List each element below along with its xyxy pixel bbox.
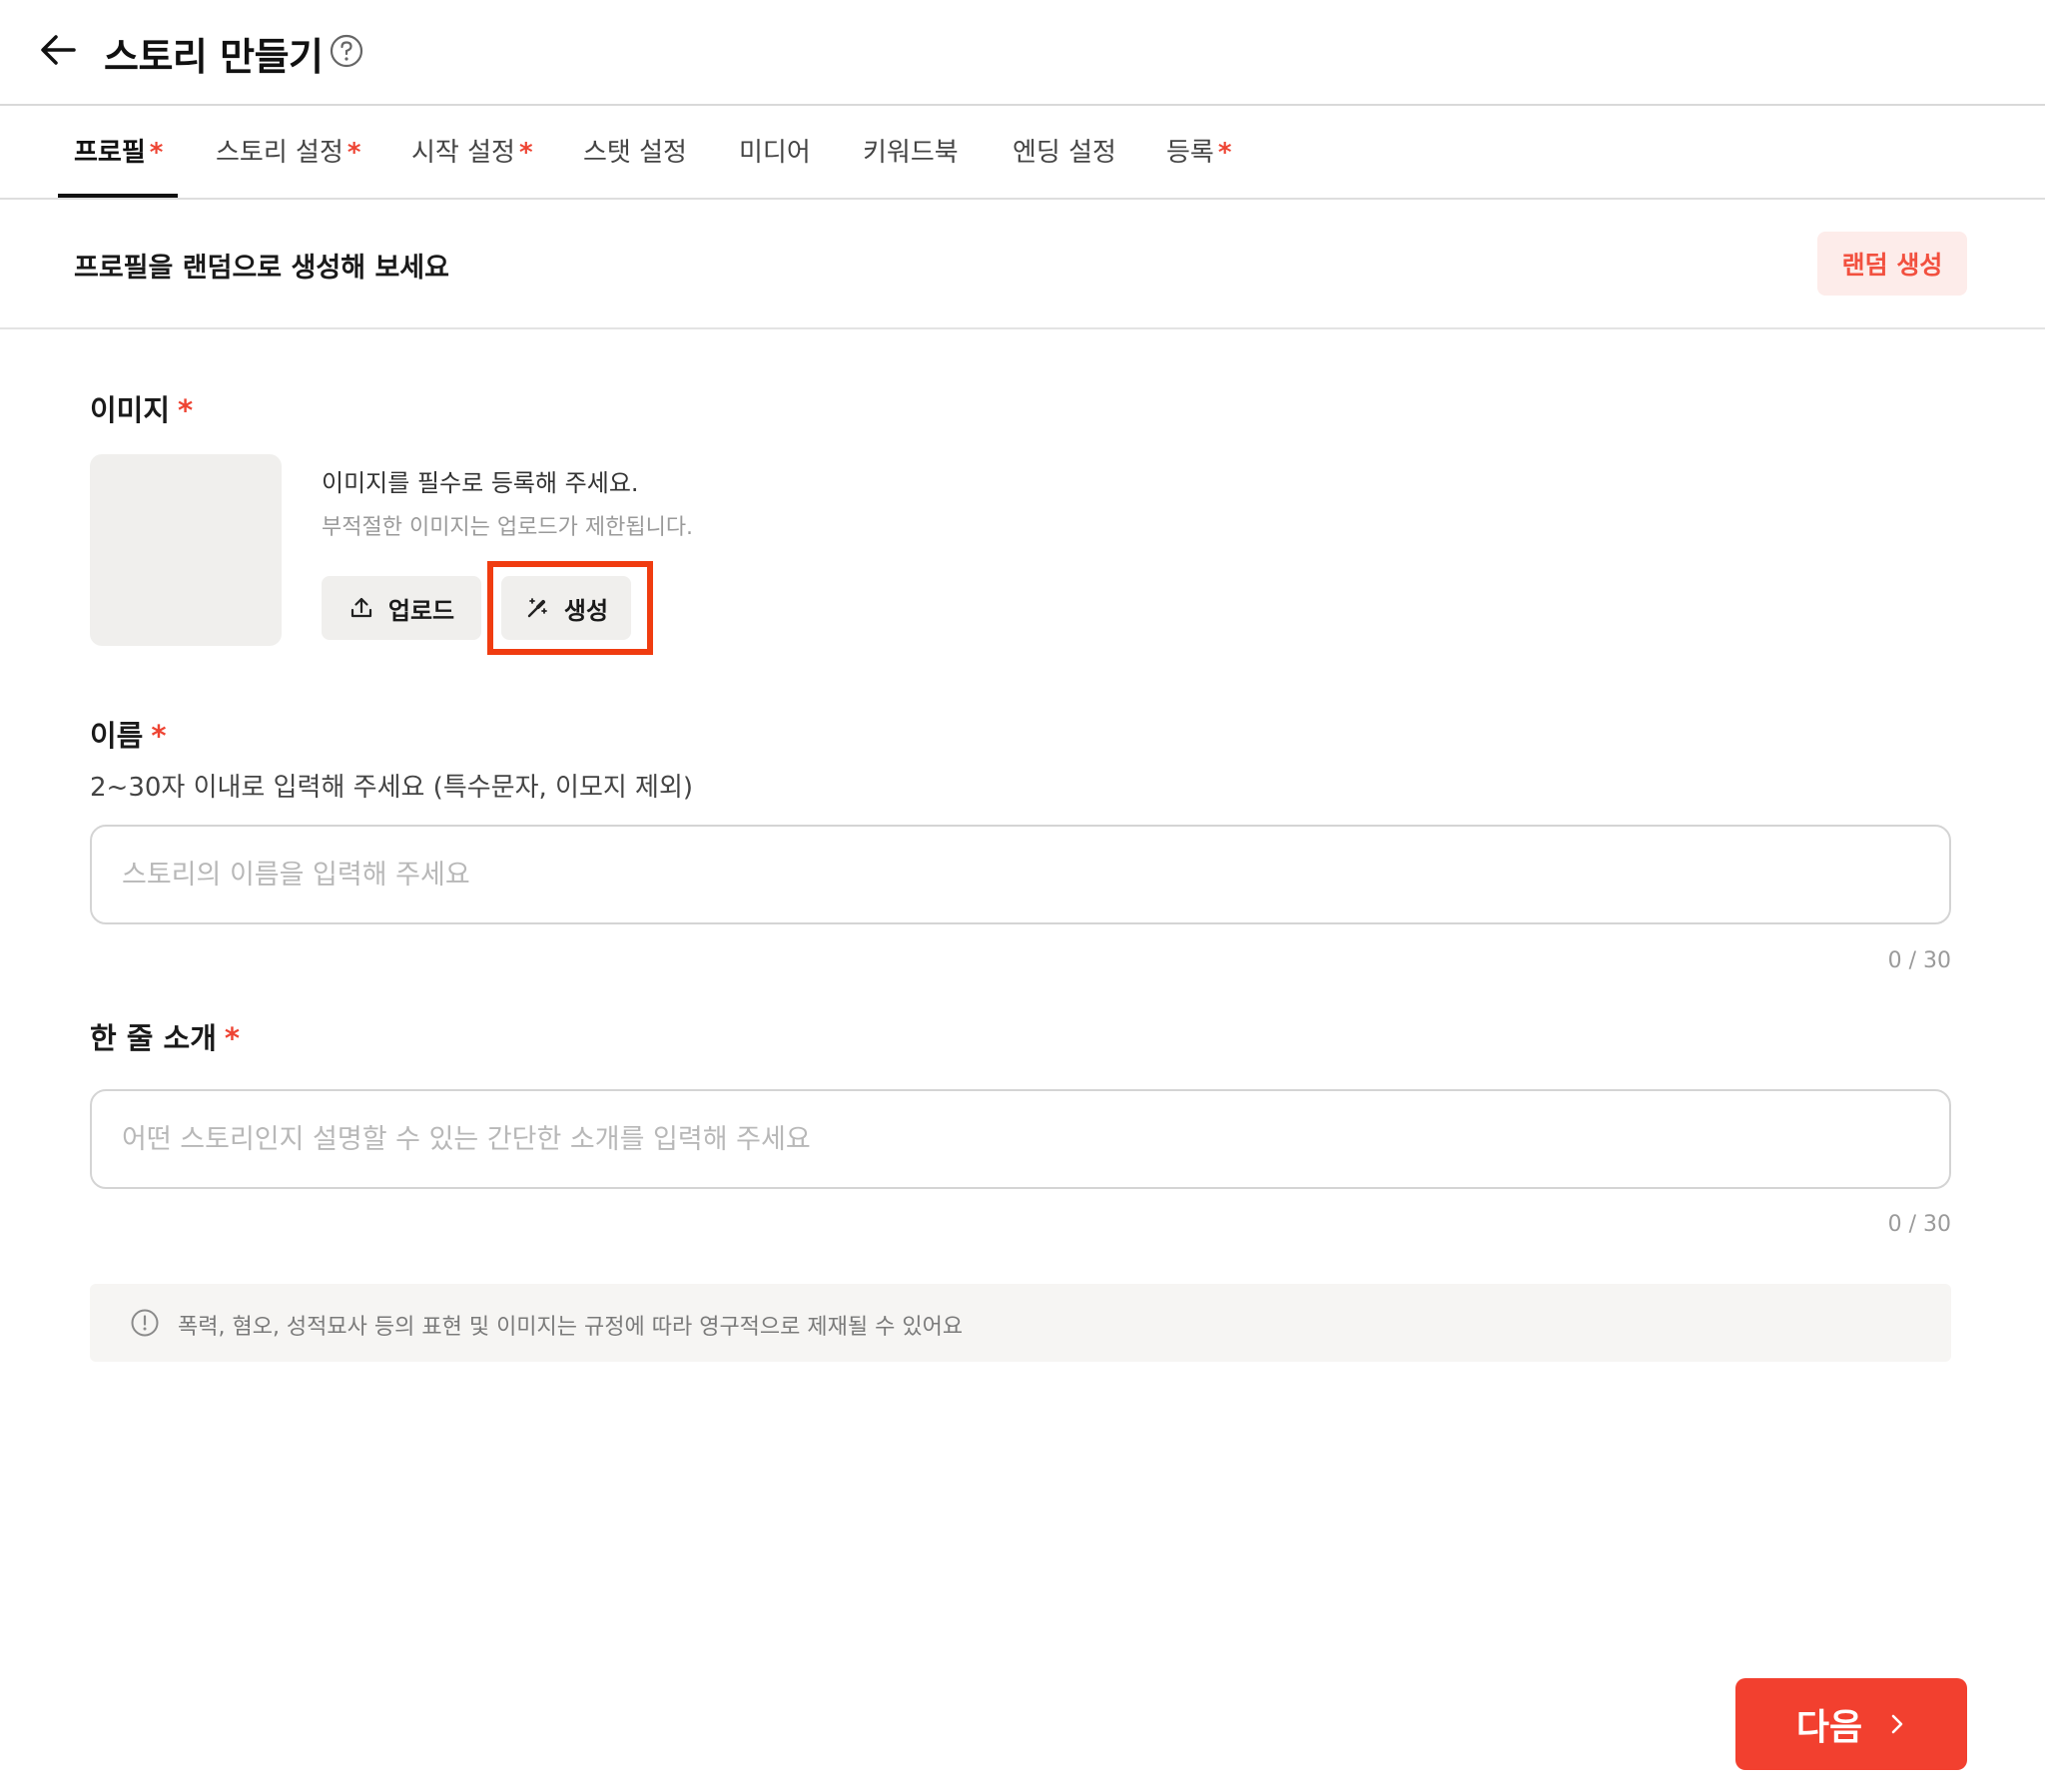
upload-button[interactable]: 업로드 [322,576,481,640]
name-label-text: 이름 [90,719,144,753]
page-header: 스토리 만들기 [0,0,2045,106]
tab-stat-settings[interactable]: 스탯 설정 [583,132,687,169]
required-mark: * [518,138,533,168]
tab-label: 엔딩 설정 [1013,138,1116,168]
required-mark: * [178,393,194,427]
back-arrow-icon[interactable] [36,28,80,72]
active-tab-indicator [58,194,178,198]
intro-input[interactable] [90,1089,1951,1189]
required-mark: * [151,719,167,753]
image-placeholder[interactable] [90,454,282,646]
tab-label: 스토리 설정 [216,138,343,168]
chevron-right-icon [1891,1714,1903,1734]
required-mark: * [1217,138,1232,168]
magic-wand-icon [527,598,547,618]
next-label: 다음 [1795,1707,1863,1748]
random-generate-row: 프로필을 랜덤으로 생성해 보세요 랜덤 생성 [0,200,2045,329]
required-mark: * [224,1021,241,1055]
tab-start-settings[interactable]: 시작 설정 * [411,132,533,169]
tab-label: 시작 설정 [411,138,515,168]
help-icon[interactable] [330,34,363,68]
name-label: 이름 * [90,713,167,755]
intro-label: 한 줄 소개 * [90,1015,240,1057]
image-label: 이미지 * [90,387,193,429]
image-label-text: 이미지 [90,393,171,427]
tab-profile[interactable]: 프로필 * [74,132,163,169]
next-button[interactable]: 다음 [1735,1678,1967,1770]
upload-icon [350,597,371,618]
tab-label: 키워드북 [863,138,959,168]
tab-story-settings[interactable]: 스토리 설정 * [216,132,360,169]
name-description: 2~30자 이내로 입력해 주세요 (특수문자, 이모지 제외) [90,773,694,803]
tab-keyword-book[interactable]: 키워드북 [863,132,959,169]
generate-label: 생성 [563,596,609,625]
image-help-primary: 이미지를 필수로 등록해 주세요. [322,469,639,497]
required-mark: * [149,138,164,168]
tab-ending-settings[interactable]: 엔딩 설정 [1013,132,1116,169]
random-generate-button[interactable]: 랜덤 생성 [1817,232,1967,296]
image-help-secondary: 부적절한 이미지는 업로드가 제한됩니다. [322,515,694,540]
random-prompt-text: 프로필을 랜덤으로 생성해 보세요 [74,253,449,284]
policy-notice: 폭력, 혐오, 성적묘사 등의 표현 및 이미지는 규정에 따라 영구적으로 제… [90,1284,1951,1362]
tab-label: 등록 [1166,138,1214,168]
name-char-counter: 0 / 30 [1887,948,1951,973]
upload-label: 업로드 [387,596,455,625]
generate-image-button[interactable]: 생성 [501,576,631,640]
tab-media[interactable]: 미디어 [739,132,811,169]
tab-label: 미디어 [739,138,811,168]
info-icon [131,1309,159,1337]
required-mark: * [346,138,361,168]
tab-register[interactable]: 등록 * [1166,132,1231,169]
tab-label: 스탯 설정 [583,138,687,168]
intro-char-counter: 0 / 30 [1887,1212,1951,1237]
page-title: 스토리 만들기 [104,35,324,79]
tab-bar: 프로필 * 스토리 설정 * 시작 설정 * 스탯 설정 미디어 키워드북 엔딩 설정… [0,106,2045,200]
name-input[interactable] [90,825,1951,924]
intro-label-text: 한 줄 소개 [90,1021,217,1055]
notice-text: 폭력, 혐오, 성적묘사 등의 표현 및 이미지는 규정에 따라 영구적으로 제… [178,1315,964,1340]
tab-label: 프로필 [74,138,146,168]
